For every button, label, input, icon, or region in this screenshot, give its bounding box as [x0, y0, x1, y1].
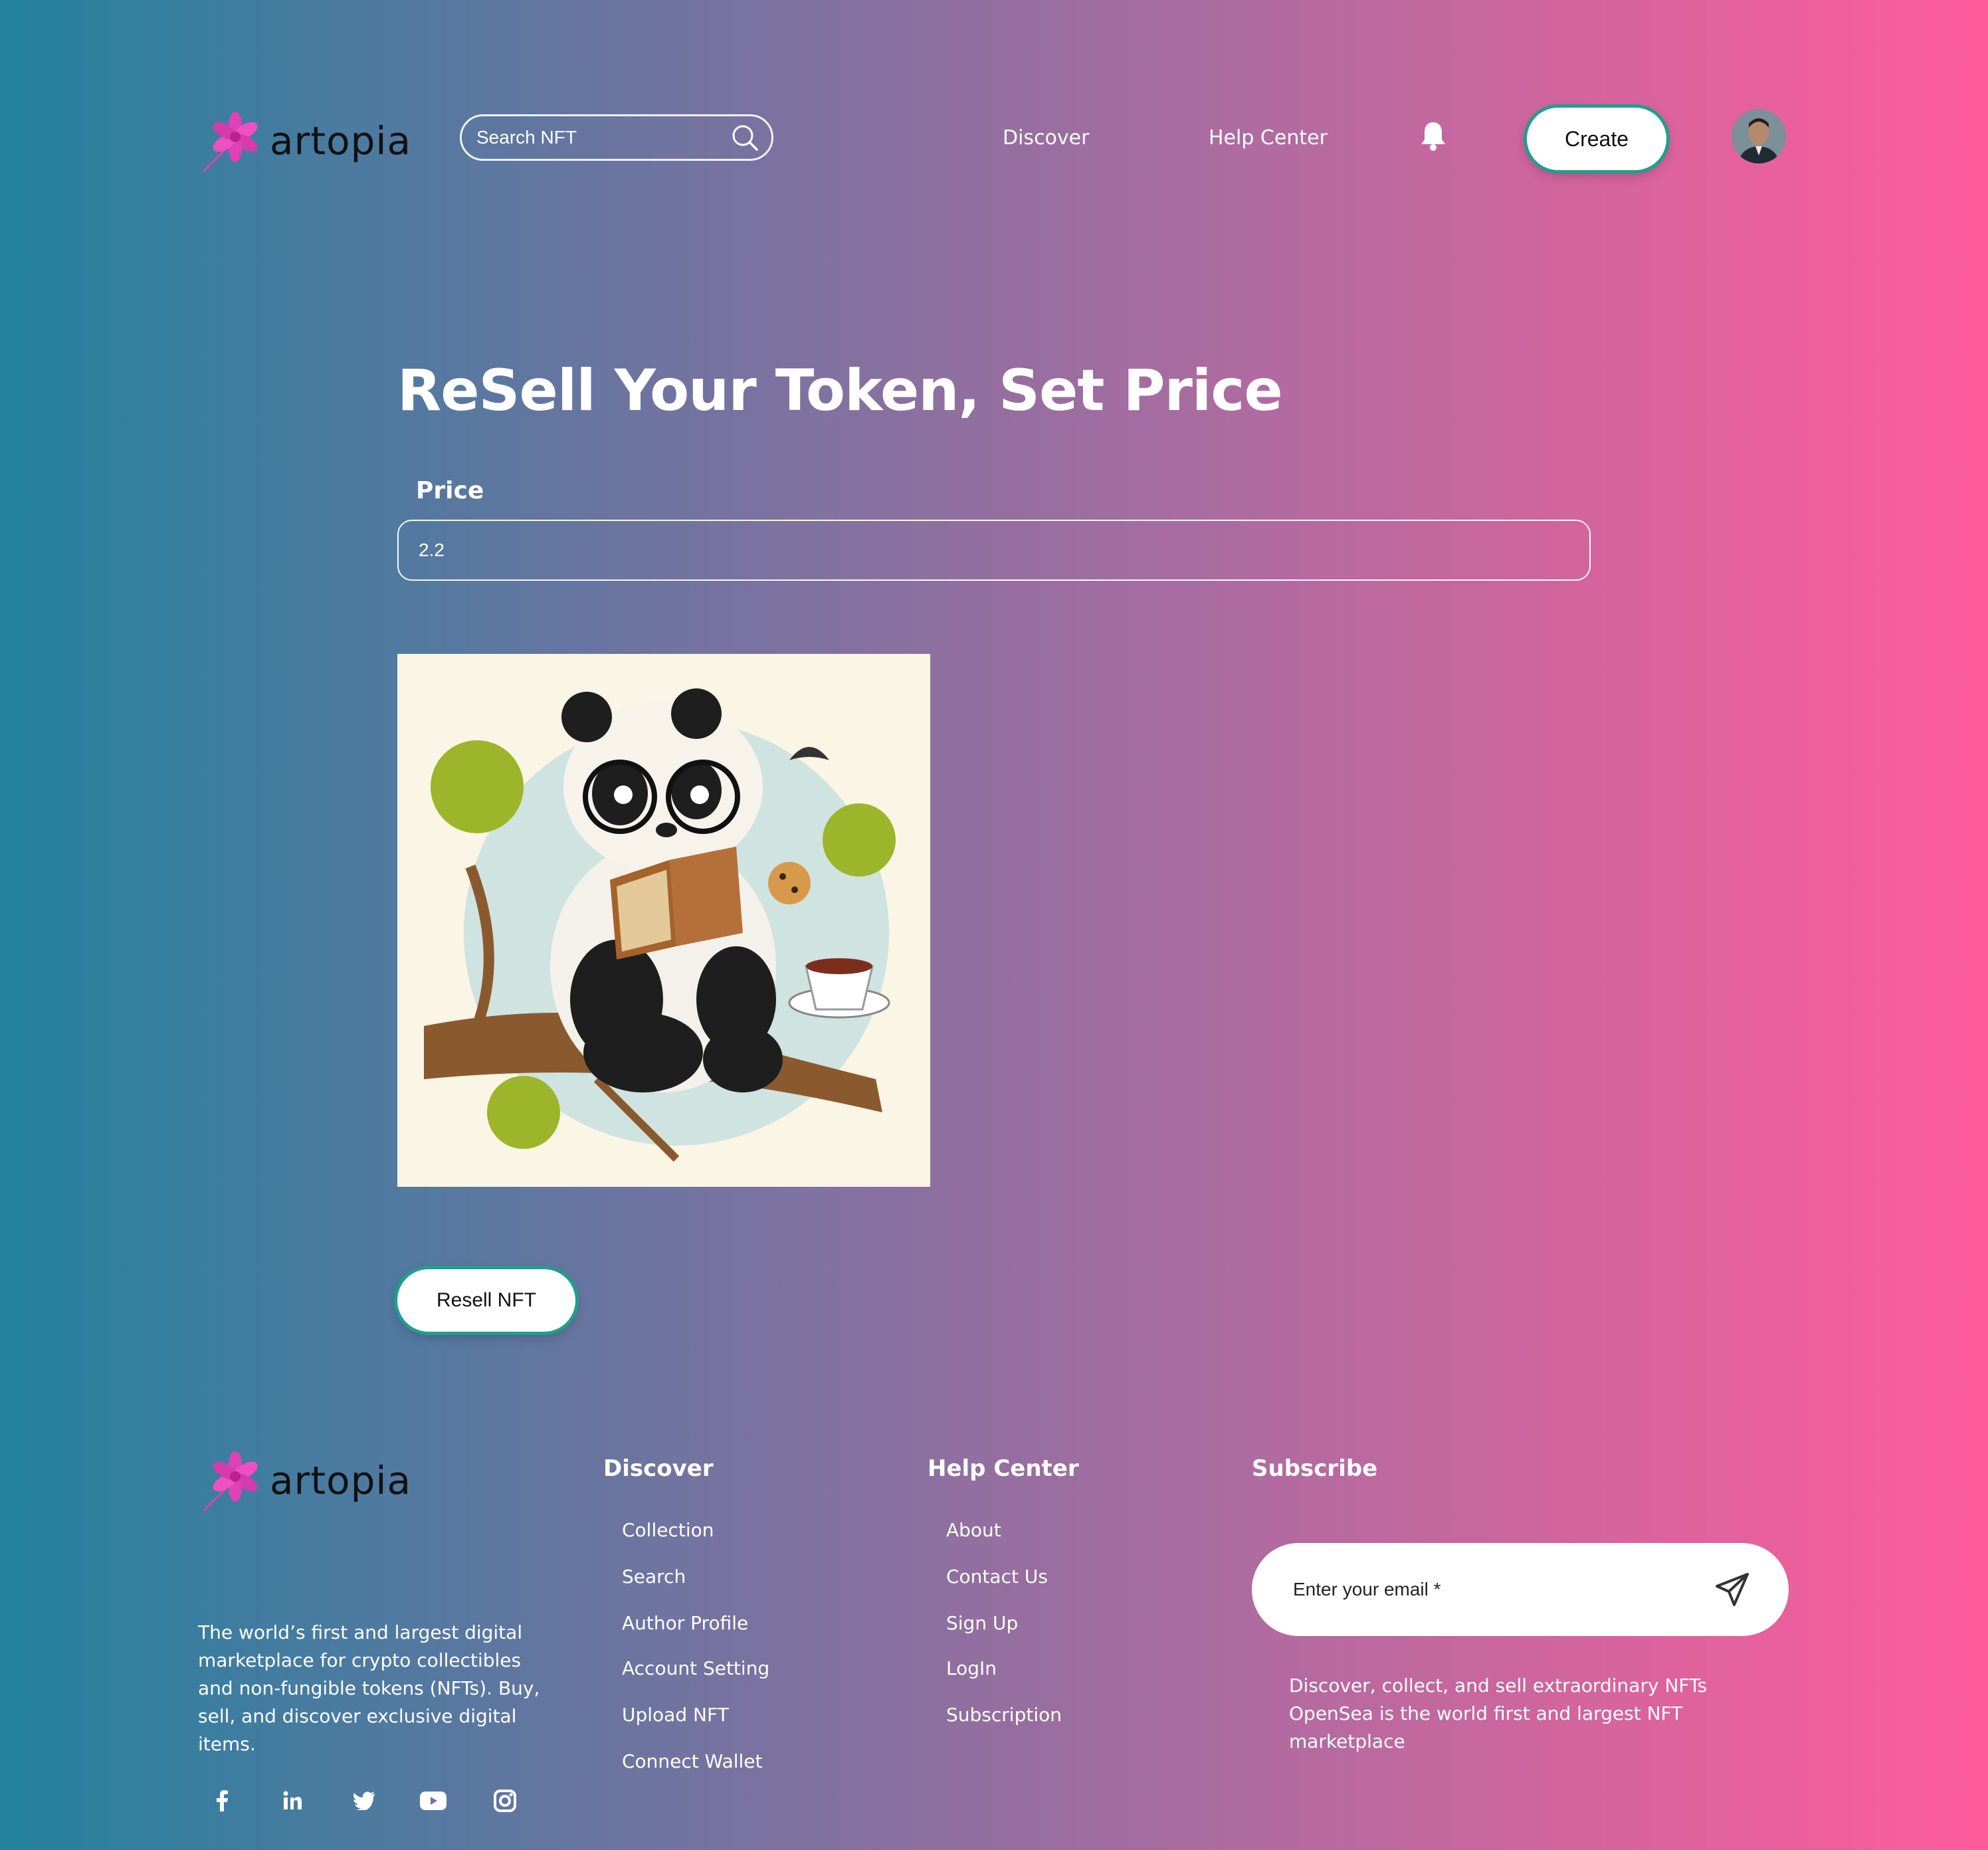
subscribe-description: Discover, collect, and sell extraordinar…	[1289, 1675, 1708, 1752]
twitter-icon[interactable]	[351, 1788, 377, 1814]
send-icon[interactable]	[1716, 1573, 1749, 1606]
linkedin-icon[interactable]	[279, 1788, 306, 1814]
subscribe-form[interactable]	[1252, 1543, 1789, 1636]
page-title: ReSell Your Token, Set Price	[397, 358, 1283, 424]
footer-link-collection[interactable]: Collection	[622, 1519, 714, 1541]
footer-link-contact-us[interactable]: Contact Us	[946, 1566, 1048, 1588]
flower-logo-icon	[202, 112, 258, 173]
footer-link-subscription[interactable]: Subscription	[946, 1704, 1062, 1726]
footer-link-upload-nft[interactable]: Upload NFT	[622, 1704, 729, 1726]
footer-description: The world’s first and largest digital ma…	[198, 1621, 540, 1755]
nav-help-center[interactable]: Help Center	[1209, 126, 1328, 150]
footer-link-about[interactable]: About	[946, 1519, 1001, 1541]
footer-link-sign-up[interactable]: Sign Up	[946, 1612, 1018, 1634]
brand-name: artopia	[270, 118, 412, 163]
user-avatar-icon	[1732, 109, 1786, 163]
footer-brand-name: artopia	[270, 1458, 412, 1503]
price-input[interactable]	[417, 539, 1589, 562]
panda-nft-illustration	[397, 654, 930, 1187]
avatar[interactable]	[1732, 109, 1786, 163]
footer-link-account-setting[interactable]: Account Setting	[622, 1657, 769, 1679]
nav-discover[interactable]: Discover	[1003, 126, 1089, 150]
resell-nft-button[interactable]: Resell NFT	[397, 1269, 575, 1332]
footer-link-login[interactable]: LogIn	[946, 1657, 997, 1679]
price-label: Price	[416, 477, 484, 504]
footer-discover-heading: Discover	[603, 1455, 714, 1482]
footer-link-search[interactable]: Search	[622, 1566, 686, 1588]
instagram-icon[interactable]	[492, 1788, 518, 1814]
create-button[interactable]: Create	[1527, 108, 1666, 170]
search-bar[interactable]	[460, 114, 773, 161]
youtube-icon[interactable]	[420, 1788, 447, 1814]
header-logo[interactable]: artopia	[198, 108, 411, 174]
email-input[interactable]	[1292, 1578, 1716, 1601]
price-field[interactable]	[397, 520, 1591, 581]
search-input[interactable]	[475, 126, 730, 149]
search-icon[interactable]	[730, 123, 759, 152]
footer-link-author-profile[interactable]: Author Profile	[622, 1612, 748, 1634]
footer-logo[interactable]: artopia	[198, 1447, 411, 1514]
nft-image	[397, 654, 930, 1187]
facebook-icon[interactable]	[209, 1788, 235, 1814]
bell-icon[interactable]	[1419, 120, 1447, 152]
footer-subscribe-heading: Subscribe	[1252, 1455, 1378, 1482]
flower-logo-icon	[202, 1451, 258, 1512]
footer-help-heading: Help Center	[928, 1455, 1079, 1482]
footer-link-connect-wallet[interactable]: Connect Wallet	[622, 1750, 763, 1772]
